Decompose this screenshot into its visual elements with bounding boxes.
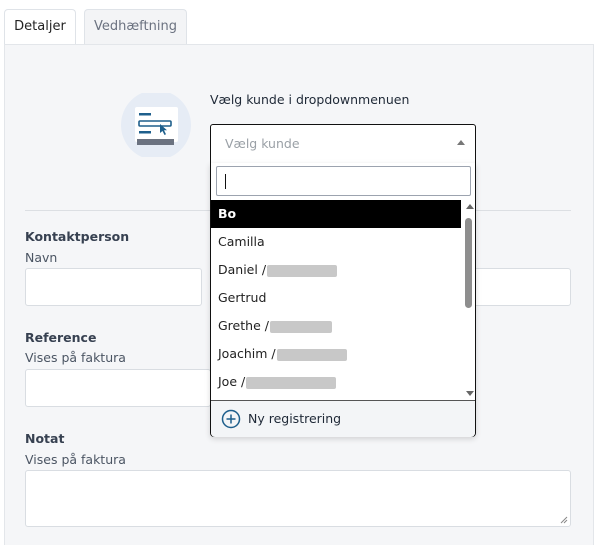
customer-option[interactable]: Joe / bbox=[211, 368, 461, 396]
note-textarea[interactable] bbox=[25, 470, 571, 527]
redacted-text bbox=[276, 348, 347, 361]
scroll-up-icon[interactable] bbox=[466, 204, 474, 209]
customer-option-label: Joe / bbox=[218, 374, 246, 389]
customer-option[interactable]: Grethe / bbox=[211, 312, 461, 340]
redacted-text bbox=[246, 376, 337, 389]
chevron-up-icon bbox=[457, 140, 465, 145]
contact-name-input[interactable] bbox=[25, 268, 202, 306]
customer-form-illustration-icon bbox=[121, 93, 191, 157]
reference-heading: Reference bbox=[25, 330, 97, 345]
redacted-text bbox=[267, 264, 338, 277]
new-registration-label: Ny registrering bbox=[248, 411, 342, 426]
customer-option-label: Daniel / bbox=[218, 262, 267, 277]
tab-attachment[interactable]: Vedhæftning bbox=[84, 9, 187, 44]
customer-option[interactable]: Gertrud bbox=[211, 284, 461, 312]
contact-second-input[interactable] bbox=[470, 268, 571, 306]
customer-option[interactable]: Daniel / bbox=[211, 256, 461, 284]
scrollbar-thumb[interactable] bbox=[465, 218, 472, 308]
dropdown-search-input[interactable] bbox=[216, 166, 471, 196]
note-heading: Notat bbox=[25, 431, 65, 446]
resize-handle-icon[interactable] bbox=[560, 516, 568, 524]
note-hint: Vises på faktura bbox=[25, 452, 126, 467]
redacted-text bbox=[269, 320, 332, 333]
reference-hint: Vises på faktura bbox=[25, 350, 126, 365]
customer-option-list: Bo Camilla Daniel / Gertrud Grethe / Joa… bbox=[211, 200, 463, 398]
dropdown-scrollbar[interactable] bbox=[464, 202, 476, 398]
customer-option[interactable]: Camilla bbox=[211, 228, 461, 256]
text-caret bbox=[225, 174, 226, 189]
customer-select[interactable]: Vælg kunde bbox=[210, 124, 476, 164]
contact-name-label: Navn bbox=[25, 250, 58, 265]
contact-heading: Kontaktperson bbox=[25, 229, 130, 244]
new-registration-button[interactable]: Ny registrering bbox=[211, 400, 475, 437]
customer-option-label: Joachim / bbox=[218, 346, 276, 361]
customer-option[interactable]: Bo bbox=[211, 200, 461, 228]
tab-details[interactable]: Detaljer bbox=[4, 9, 76, 45]
customer-select-prompt: Vælg kunde i dropdownmenuen bbox=[210, 92, 410, 107]
reference-input[interactable] bbox=[25, 369, 211, 407]
scroll-down-icon[interactable] bbox=[466, 391, 474, 396]
customer-option[interactable]: Joachim / bbox=[211, 340, 461, 368]
plus-circle-icon bbox=[221, 409, 241, 429]
customer-select-placeholder: Vælg kunde bbox=[225, 136, 300, 151]
customer-option-label: Grethe / bbox=[218, 318, 269, 333]
customer-dropdown: Bo Camilla Daniel / Gertrud Grethe / Joa… bbox=[210, 163, 476, 437]
